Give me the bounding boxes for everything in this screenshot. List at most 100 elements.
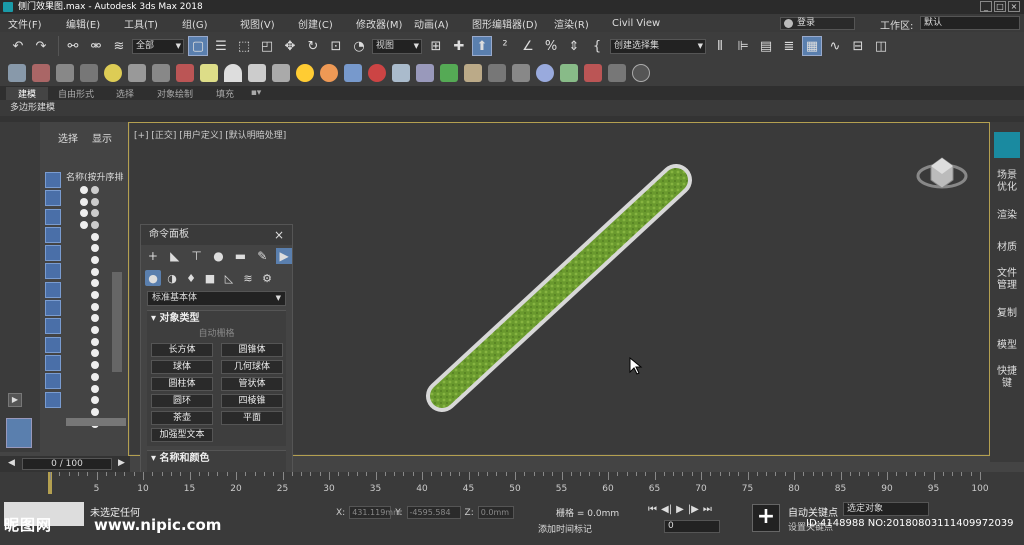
x-coordinate-field[interactable]: 431.119mm [349, 506, 401, 519]
explorer-tab-select[interactable]: 选择 [58, 130, 78, 145]
current-frame-field[interactable]: 0 [664, 520, 720, 533]
material-editor-icon[interactable]: ◫ [871, 36, 891, 56]
gear-icon[interactable] [416, 64, 434, 82]
menu-group[interactable]: 组(G) [182, 16, 240, 31]
time-slider[interactable]: ◀ 0 / 100 ▶ [0, 456, 130, 472]
menu-file[interactable]: 文件(F) [8, 16, 66, 31]
hierarchy-tab-icon[interactable]: ⊤ [189, 248, 205, 264]
reference-coordinate-dropdown[interactable]: 视图 [372, 38, 422, 54]
play-icon[interactable]: ▶ [8, 393, 22, 407]
hair-icon[interactable] [464, 64, 482, 82]
sun-icon[interactable] [296, 64, 314, 82]
list-item[interactable] [80, 336, 104, 348]
tube-button[interactable]: 管状体 [221, 377, 283, 391]
command-panel-header[interactable]: 命令面板 × [141, 225, 292, 245]
object-type-header[interactable]: ▾ 对象类型 [147, 311, 286, 327]
move-icon[interactable]: ✥ [280, 36, 300, 56]
cone-icon[interactable] [272, 64, 290, 82]
explorer-horizontal-scrollbar[interactable] [66, 418, 126, 426]
select-by-name-icon[interactable]: ☰ [211, 36, 231, 56]
render-button[interactable]: 渲染 [990, 210, 1024, 222]
helpers-icon[interactable]: ◺ [221, 270, 237, 286]
xref-filter-icon[interactable] [45, 300, 61, 317]
plane-icon[interactable] [200, 64, 218, 82]
bind-space-warp-icon[interactable]: ≋ [109, 36, 129, 56]
add-time-tag-button[interactable]: 添加时间标记 [538, 522, 592, 535]
render-setup-icon[interactable] [32, 64, 50, 82]
cylinder-button[interactable]: 圆柱体 [151, 377, 213, 391]
undo-icon[interactable]: ↶ [8, 36, 28, 56]
menu-create[interactable]: 创建(C) [298, 16, 356, 31]
particle-filter-icon[interactable] [45, 354, 61, 371]
login-button[interactable]: 登录 [780, 17, 855, 30]
lights-icon[interactable]: ♦ [183, 270, 199, 286]
geosphere-button[interactable]: 几何球体 [221, 360, 283, 374]
torus-button[interactable]: 圆环 [151, 394, 213, 408]
helper-filter-icon[interactable] [45, 245, 61, 262]
list-item[interactable] [80, 289, 104, 301]
rendered-frame-icon[interactable] [56, 64, 74, 82]
copy-button[interactable]: 复制 [990, 308, 1024, 320]
list-item[interactable] [80, 301, 104, 313]
pyramid-button[interactable]: 四棱锥 [221, 394, 283, 408]
light-filter-icon[interactable] [45, 208, 61, 225]
bone-filter-icon[interactable] [45, 318, 61, 335]
set-key-icon[interactable]: + [752, 504, 780, 532]
y-coordinate-field[interactable]: -4595.584 [406, 506, 461, 519]
layer-explorer-icon[interactable]: ≣ [779, 36, 799, 56]
link-icon[interactable]: ⚯ [63, 36, 83, 56]
file-manage-button[interactable]: 文件 管理 [990, 268, 1024, 292]
spacewarps-icon[interactable]: ≋ [240, 270, 256, 286]
light-icon[interactable] [104, 64, 122, 82]
menu-edit[interactable]: 编辑(E) [66, 16, 124, 31]
keyboard-shortcut-override-icon[interactable]: ⬆ [472, 36, 492, 56]
hide-filter-icon[interactable] [45, 373, 61, 390]
snaps-toggle-icon[interactable]: ² [495, 36, 515, 56]
scene-optimize-button[interactable]: 场景 优化 [990, 170, 1024, 194]
menu-rendering[interactable]: 渲染(R) [554, 16, 612, 31]
textplus-button[interactable]: 加强型文本 [151, 428, 213, 442]
angle-snap-icon[interactable]: ∠ [518, 36, 538, 56]
menu-graph-editors[interactable]: 图形编辑器(D) [472, 16, 554, 31]
group-filter-icon[interactable] [45, 281, 61, 298]
close-window-button[interactable]: × [1008, 1, 1020, 12]
list-item[interactable] [80, 406, 104, 418]
list-item[interactable] [80, 348, 104, 360]
proxy-icon[interactable] [512, 64, 530, 82]
schematic-view-icon[interactable]: ⊟ [848, 36, 868, 56]
explorer-column-title[interactable]: 名称(按升序排 [66, 170, 128, 183]
prev-frame-icon[interactable]: ◀ [8, 458, 18, 468]
list-item[interactable] [80, 207, 104, 219]
planter-model[interactable] [426, 164, 692, 412]
place-icon[interactable]: ◔ [349, 36, 369, 56]
autogrid-checkbox[interactable]: 自动栅格 [147, 327, 286, 341]
next-frame-button-icon[interactable]: |▶ [688, 504, 699, 515]
track-bar[interactable]: 5 10 15 20 25 30 35 40 45 50 55 60 65 70 75 80 85 90 95 100 [0, 472, 1024, 498]
redo-icon[interactable]: ↷ [31, 36, 51, 56]
select-manipulate-icon[interactable]: ✚ [449, 36, 469, 56]
help-icon[interactable] [632, 64, 650, 82]
geometry-filter-icon[interactable] [45, 172, 61, 188]
go-to-end-icon[interactable]: ⏭ [703, 504, 712, 515]
sphere-icon[interactable] [248, 64, 266, 82]
list-item[interactable] [80, 219, 104, 231]
tab-populate[interactable]: 填充 [204, 87, 246, 100]
list-item[interactable] [80, 394, 104, 406]
window-crossing-icon[interactable]: ◰ [257, 36, 277, 56]
menu-view[interactable]: 视图(V) [240, 16, 298, 31]
grass-icon[interactable] [440, 64, 458, 82]
sky-icon[interactable] [320, 64, 338, 82]
unlink-icon[interactable]: ⚮ [86, 36, 106, 56]
list-item[interactable] [80, 278, 104, 290]
select-object-icon[interactable]: ▢ [188, 36, 208, 56]
system-icon[interactable] [176, 64, 194, 82]
cone-button[interactable]: 圆锥体 [221, 343, 283, 357]
shape-filter-icon[interactable] [45, 190, 61, 207]
list-item[interactable] [80, 254, 104, 266]
container-filter-icon[interactable] [45, 336, 61, 353]
geometry-icon[interactable]: ● [145, 270, 161, 286]
z-coordinate-field[interactable]: 0.0mm [477, 506, 514, 519]
plane-button[interactable]: 平面 [221, 411, 283, 425]
freeze-filter-icon[interactable] [45, 391, 61, 408]
minimize-button[interactable]: _ [980, 1, 992, 12]
